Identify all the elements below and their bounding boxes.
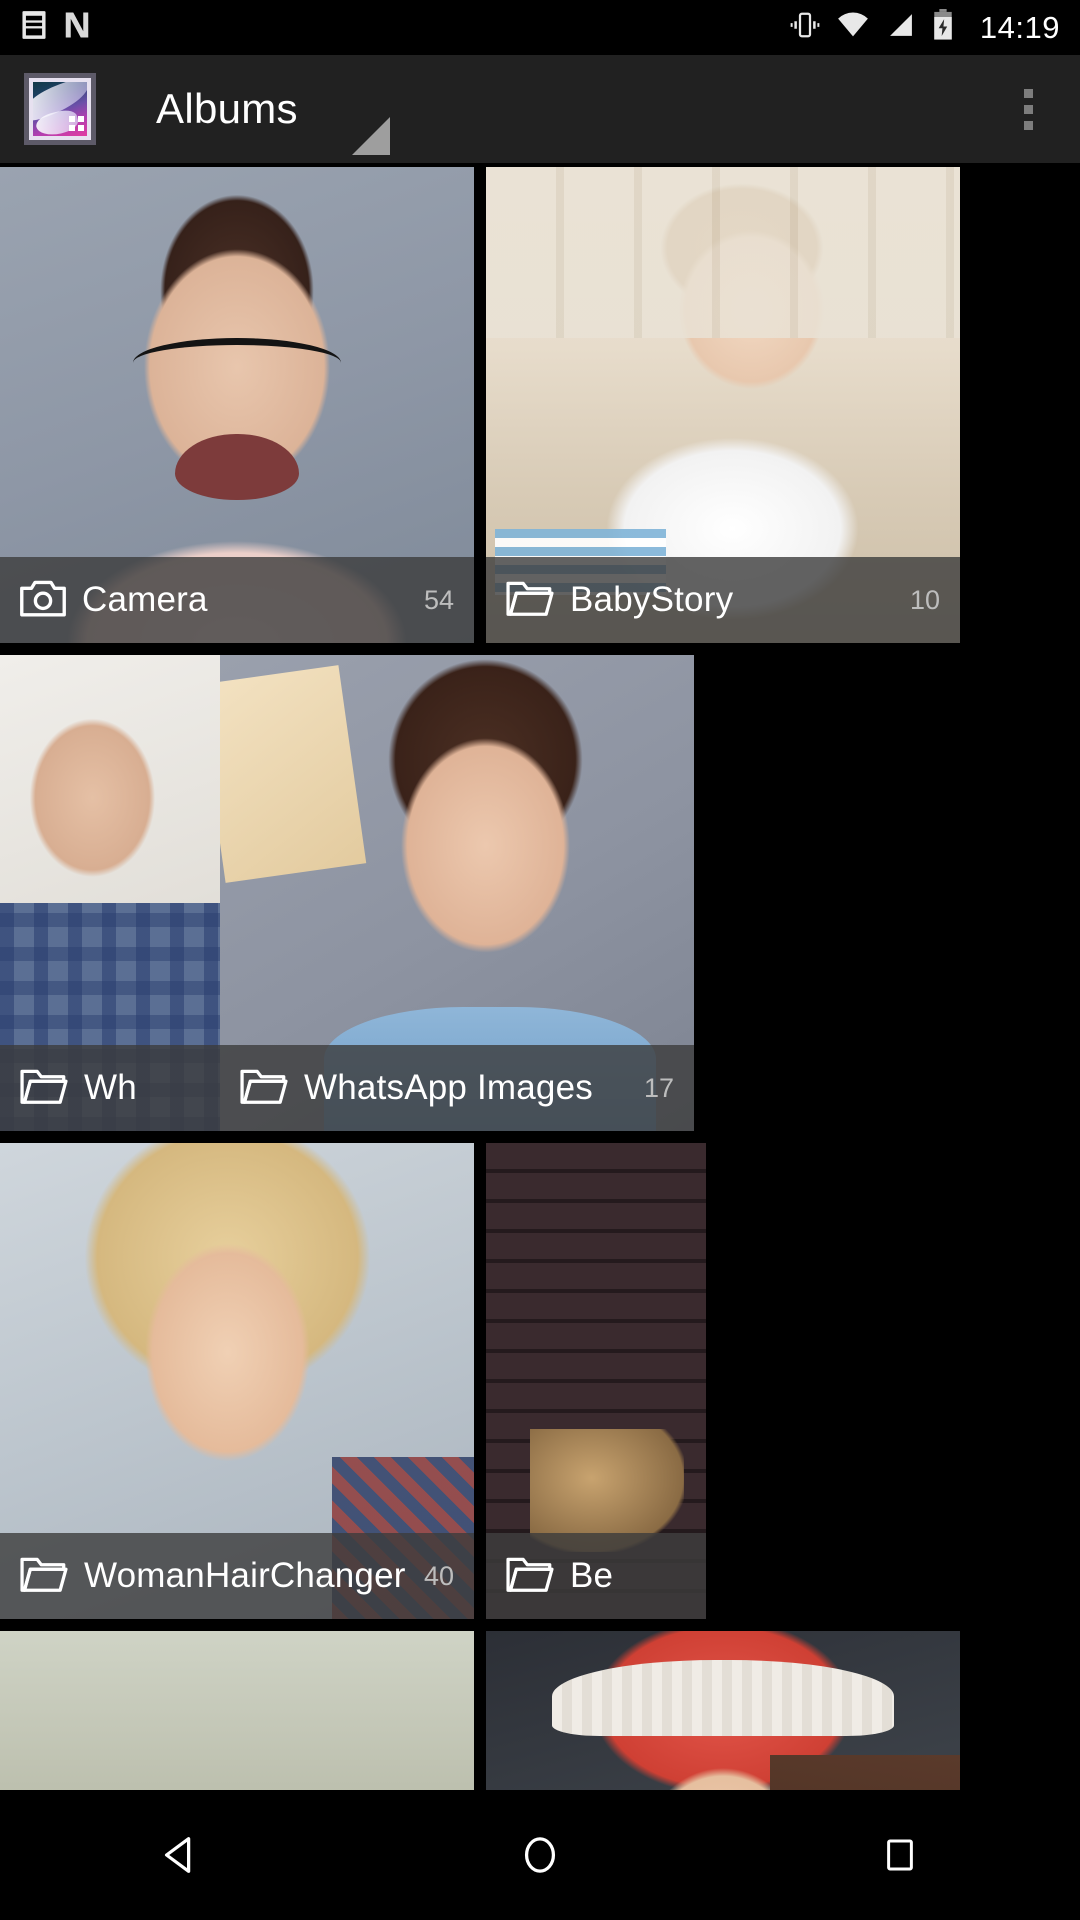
album-name: Wh	[84, 1068, 137, 1107]
folder-icon	[20, 1067, 68, 1110]
album-label-bar: Be	[486, 1533, 706, 1619]
overflow-menu-button[interactable]	[1000, 69, 1056, 149]
back-button[interactable]	[100, 1790, 260, 1920]
battery-charging-icon	[932, 9, 954, 46]
page-title: Albums	[156, 85, 298, 132]
status-bar-notification-icons	[20, 10, 92, 45]
folder-icon	[506, 1555, 554, 1598]
album-cell[interactable]: WhatsApp Images 17	[220, 655, 694, 1131]
album-label-bar: BabyStory 10	[486, 557, 960, 643]
recents-button[interactable]	[820, 1790, 980, 1920]
wifi-icon	[836, 10, 870, 45]
status-bar-clock: 14:19	[979, 9, 1060, 45]
cellular-signal-icon	[886, 10, 916, 45]
album-name: WhatsApp Images	[304, 1068, 593, 1107]
album-label-bar: WhatsApp Images 17	[220, 1045, 694, 1131]
album-item-count: 17	[643, 1072, 674, 1103]
album-item-count: 10	[909, 584, 940, 615]
album-name: Camera	[82, 580, 208, 619]
album-label-bar: Camera 54	[0, 557, 474, 643]
app-icon-dots	[68, 115, 84, 131]
folder-icon	[20, 1555, 68, 1598]
album-cell[interactable]: Wh	[0, 655, 220, 1131]
folder-icon	[506, 579, 554, 622]
album-grid: Camera 54 BabyStory 10 Wh WhatsApp Images 17 Wo…	[0, 163, 1080, 1920]
camera-icon	[20, 578, 66, 623]
vibrate-mode-icon	[790, 10, 820, 45]
folder-icon	[240, 1067, 288, 1110]
album-cell[interactable]: Camera 54	[0, 167, 474, 643]
news-notification-icon	[20, 10, 48, 45]
album-item-count: 40	[423, 1560, 454, 1591]
resize-corner-indicator	[352, 117, 390, 155]
album-item-count: 54	[423, 584, 454, 615]
album-cell[interactable]: Be	[486, 1143, 706, 1619]
app-bar: Albums	[0, 55, 1080, 163]
album-label-bar: Wh	[0, 1045, 220, 1131]
album-name: BabyStory	[570, 580, 734, 619]
album-name: WomanHairChanger	[84, 1556, 406, 1595]
album-name: Be	[570, 1556, 614, 1595]
album-cell[interactable]: BabyStory 10	[486, 167, 960, 643]
home-button[interactable]	[460, 1790, 620, 1920]
status-bar-system-icons: 14:19	[790, 9, 1060, 46]
album-label-bar: WomanHairChanger 40	[0, 1533, 474, 1619]
nova-launcher-icon	[62, 10, 92, 45]
gallery-app-icon[interactable]	[24, 73, 96, 145]
album-cell[interactable]: WomanHairChanger 40	[0, 1143, 474, 1619]
status-bar: 14:19	[0, 0, 1080, 55]
system-navigation-bar	[0, 1790, 1080, 1920]
